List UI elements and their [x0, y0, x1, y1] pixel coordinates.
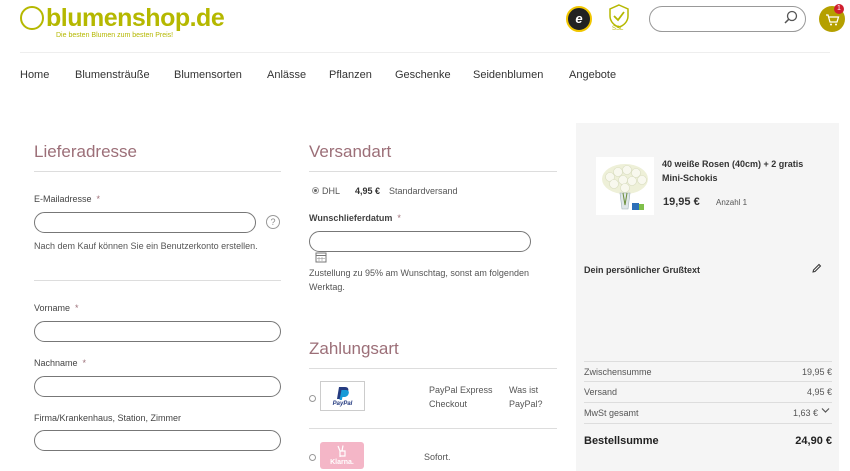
nav-item-anlaesse[interactable]: Anlässe: [267, 69, 306, 81]
search-icon[interactable]: [784, 10, 798, 24]
product-quantity: Anzahl 1: [716, 198, 748, 207]
shipping-radio-dhl[interactable]: [312, 187, 319, 194]
nav-item-blumenstraeusse[interactable]: Blumensträuße: [75, 69, 150, 81]
payment-radio-paypal[interactable]: [309, 395, 316, 402]
nav-item-home[interactable]: Home: [20, 69, 49, 81]
divider: [309, 428, 557, 429]
firma-label: Firma/Krankenhaus, Station, Zimmer: [34, 413, 182, 423]
total-label: Bestellsumme: [584, 435, 659, 447]
greeting-label: Dein persönlicher Grußtext: [584, 265, 701, 275]
payment-radio-sofort[interactable]: [309, 454, 316, 461]
email-field[interactable]: [34, 212, 256, 233]
delivery-note: Zustellung zu 95% am Wunschtag, sonst am…: [309, 268, 529, 292]
ssl-shield-icon: [609, 4, 629, 28]
sofort-label: Sofort.: [424, 452, 451, 462]
subtotal-label: Zwischensumme: [584, 367, 652, 377]
divider: [309, 368, 557, 369]
date-label: Wunschlieferdatum *: [309, 213, 401, 223]
date-field[interactable]: [309, 231, 531, 252]
shipping-carrier: DHL: [322, 186, 341, 196]
help-icon[interactable]: ?: [266, 215, 280, 229]
product-price: 19,95 €: [663, 196, 700, 208]
subtotal-value: 19,95 €: [801, 367, 832, 377]
versandart-heading: Versandart: [309, 142, 392, 161]
nachname-field[interactable]: [34, 376, 281, 397]
edit-pencil-icon[interactable]: [812, 263, 822, 273]
paypal-label: PayPal Express Checkout: [429, 385, 493, 409]
divider: [34, 280, 281, 281]
divider: [34, 171, 281, 172]
logo-icon[interactable]: [20, 6, 44, 30]
vat-value: 1,63 €: [792, 408, 818, 418]
shipping-value: 4,95 €: [806, 387, 832, 397]
logo-tagline: Die besten Blumen zum besten Preis!: [56, 32, 174, 39]
firma-field[interactable]: [34, 430, 281, 451]
zahlungsart-heading: Zahlungsart: [309, 339, 399, 358]
header-divider: [20, 52, 830, 53]
account-note: Nach dem Kauf können Sie ein Benutzerkon…: [34, 241, 258, 251]
logo[interactable]: blumenshop.de: [46, 4, 225, 33]
vorname-field[interactable]: [34, 321, 281, 342]
nav-item-blumensorten[interactable]: Blumensorten: [174, 69, 242, 81]
vorname-label: Vorname *: [34, 303, 79, 313]
nav-item-pflanzen[interactable]: Pflanzen: [329, 69, 372, 81]
nachname-label: Nachname *: [34, 358, 87, 368]
divider: [584, 361, 832, 362]
shipping-price: 4,95 €: [355, 186, 381, 196]
paypal-logo: PayPal: [320, 381, 365, 411]
nav-item-geschenke[interactable]: Geschenke: [395, 69, 451, 81]
total-value: 24,90 €: [795, 435, 832, 447]
rose-bouquet-image: [602, 164, 648, 210]
lieferadresse-heading: Lieferadresse: [34, 142, 138, 161]
paypal-info-link[interactable]: Was ist PayPal?: [509, 383, 554, 411]
search-input[interactable]: [660, 11, 784, 27]
product-name[interactable]: 40 weiße Rosen (40cm) + 2 gratis Mini-Sc…: [662, 157, 822, 185]
email-label: E-Mailadresse *: [34, 194, 101, 204]
chevron-down-icon[interactable]: [821, 407, 830, 414]
divider: [584, 381, 832, 382]
shipping-method: Standardversand: [389, 186, 458, 196]
nav-item-seidenblumen[interactable]: Seidenblumen: [473, 69, 543, 81]
product-image[interactable]: [596, 157, 654, 215]
trusted-shops-badge[interactable]: e: [566, 6, 592, 32]
divider: [584, 423, 832, 424]
search-box[interactable]: [649, 6, 806, 32]
divider: [309, 171, 557, 172]
nav-item-angebote[interactable]: Angebote: [569, 69, 616, 81]
shipping-label: Versand: [584, 387, 618, 397]
klarna-logo: Klarna.: [320, 442, 364, 469]
ssl-label: SSL: [612, 26, 624, 32]
vat-label: MwSt gesamt: [584, 408, 639, 418]
cart-count-badge: 1: [834, 4, 844, 14]
divider: [584, 402, 832, 403]
calendar-icon[interactable]: [315, 251, 327, 263]
peace-hand-icon: [337, 445, 346, 457]
